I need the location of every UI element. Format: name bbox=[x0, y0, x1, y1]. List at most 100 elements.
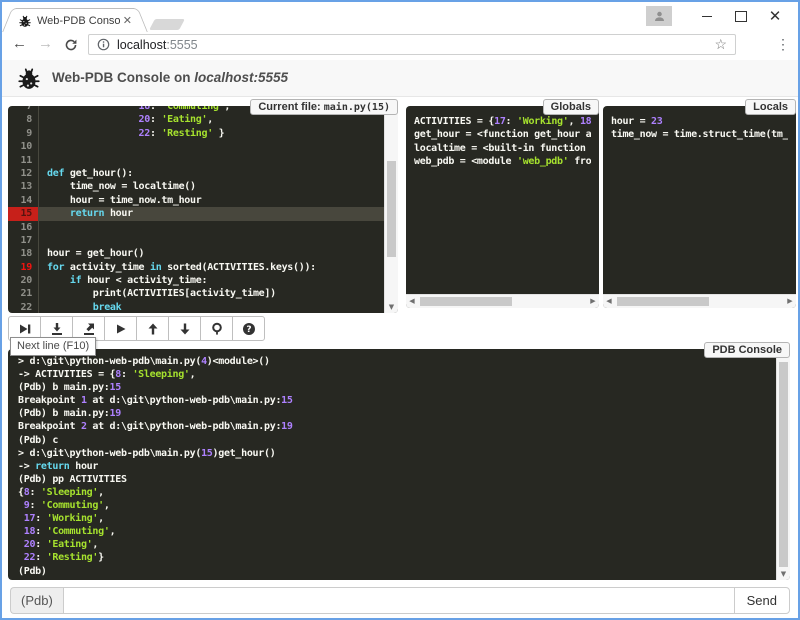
svg-text:?: ? bbox=[246, 325, 251, 335]
person-icon bbox=[653, 10, 666, 23]
scrollbar-thumb[interactable] bbox=[779, 362, 788, 567]
output-line: 9: 'Commuting', bbox=[18, 499, 777, 512]
locals-panel: Locals hour = 23time_now = time.struct_t… bbox=[603, 106, 796, 308]
code-viewport[interactable]: 7 18: 'Commuting',8 20: 'Eating',9 22: '… bbox=[8, 106, 385, 313]
locals-badge: Locals bbox=[745, 99, 796, 115]
output-line: 22: 'Resting'} bbox=[18, 551, 777, 564]
minimize-icon bbox=[702, 16, 712, 17]
code-vertical-scrollbar[interactable]: ▼ bbox=[384, 106, 398, 313]
output-line: (Pdb) b main.py:15 bbox=[18, 381, 777, 394]
code-line: 13 time_now = localtime() bbox=[8, 180, 385, 193]
output-line: Breakpoint 1 at d:\git\python-web-pdb\ma… bbox=[18, 394, 777, 407]
code-line: 15 return hour bbox=[8, 207, 385, 220]
scrollbar-thumb[interactable] bbox=[617, 297, 709, 306]
code-line: 9 22: 'Resting' } bbox=[8, 127, 385, 140]
new-tab-button[interactable] bbox=[149, 19, 185, 30]
browser-menu-icon[interactable]: ⋮ bbox=[776, 36, 790, 53]
arrow-down-icon bbox=[178, 322, 192, 336]
browser-tab[interactable]: Web-PDB Console on lo ✕ bbox=[16, 8, 134, 32]
page-title: Web-PDB Console on localhost:5555 bbox=[52, 70, 288, 85]
close-button[interactable]: ✕ bbox=[758, 3, 792, 29]
play-icon bbox=[114, 322, 128, 336]
close-icon: ✕ bbox=[769, 7, 782, 25]
scroll-right-arrow-icon[interactable]: ▶ bbox=[784, 295, 796, 308]
continue-button[interactable] bbox=[104, 316, 137, 341]
arrow-up-icon bbox=[146, 322, 160, 336]
code-line: 19for activity_time in sorted(ACTIVITIES… bbox=[8, 261, 385, 274]
output-line: -> ACTIVITIES = {8: 'Sleeping', bbox=[18, 368, 777, 381]
output-line: 17: 'Working', bbox=[18, 512, 777, 525]
where-button[interactable] bbox=[200, 316, 233, 341]
command-input[interactable] bbox=[63, 587, 735, 614]
url-text: localhost:5555 bbox=[117, 38, 198, 52]
output-line: (Pdb) c bbox=[18, 434, 777, 447]
bookmark-star-icon[interactable]: ☆ bbox=[714, 36, 727, 53]
maximize-button[interactable] bbox=[724, 3, 758, 29]
tooltip: Next line (F10) bbox=[10, 337, 96, 356]
output-line: get_hour = <function get_hour at 0 bbox=[414, 128, 591, 141]
output-line: time_now = time.struct_time(tm_yea bbox=[611, 128, 788, 141]
output-line: (Pdb) pp ACTIVITIES bbox=[18, 473, 777, 486]
code-line: 17 bbox=[8, 234, 385, 247]
output-line: (Pdb) b main.py:19 bbox=[18, 407, 777, 420]
code-line: 21 print(ACTIVITIES[activity_time]) bbox=[8, 287, 385, 300]
code-line: 8 20: 'Eating', bbox=[8, 113, 385, 126]
locals-content: hour = 23time_now = time.struct_time(tm_… bbox=[603, 106, 796, 295]
maximize-icon bbox=[735, 11, 747, 22]
code-line: 20 if hour < activity_time: bbox=[8, 274, 385, 287]
command-prompt-row: (Pdb) Send bbox=[10, 587, 790, 614]
stack-up-button[interactable] bbox=[136, 316, 169, 341]
map-marker-icon bbox=[210, 322, 224, 336]
forward-arrow-icon: → bbox=[38, 35, 53, 52]
info-icon[interactable] bbox=[97, 38, 110, 51]
reload-icon bbox=[64, 38, 78, 52]
output-line: web_pdb = <module 'web_pdb' from ' bbox=[414, 155, 591, 168]
console-output[interactable]: > d:\git\python-web-pdb\main.py(4)<modul… bbox=[8, 349, 777, 580]
help-button[interactable]: ? bbox=[232, 316, 265, 341]
globals-content: ACTIVITIES = {17: 'Working', 18: 'get_ho… bbox=[406, 106, 599, 295]
pdb-console-panel: PDB Console > d:\git\python-web-pdb\main… bbox=[8, 349, 790, 580]
scroll-down-arrow-icon[interactable]: ▼ bbox=[385, 301, 398, 313]
forward-button[interactable]: → bbox=[38, 35, 53, 52]
minimize-button[interactable] bbox=[690, 3, 724, 29]
code-lines: 7 18: 'Commuting',8 20: 'Eating',9 22: '… bbox=[8, 106, 385, 313]
output-line: 20: 'Eating', bbox=[18, 538, 777, 551]
scroll-down-arrow-icon[interactable]: ▼ bbox=[777, 568, 790, 580]
back-button[interactable]: ← bbox=[12, 35, 27, 52]
output-line: ACTIVITIES = {17: 'Working', 18: ' bbox=[414, 115, 591, 128]
scrollbar-thumb[interactable] bbox=[420, 297, 512, 306]
output-line: 18: 'Commuting', bbox=[18, 525, 777, 538]
code-line: 12def get_hour(): bbox=[8, 167, 385, 180]
scroll-right-arrow-icon[interactable]: ▶ bbox=[587, 295, 599, 308]
pdb-prompt-label: (Pdb) bbox=[10, 587, 63, 614]
address-bar[interactable]: localhost:5555 ☆ bbox=[88, 34, 736, 55]
tab-close-icon[interactable]: ✕ bbox=[123, 16, 132, 26]
app-header: Web-PDB Console on localhost:5555 bbox=[2, 60, 798, 97]
globals-panel: Globals ACTIVITIES = {17: 'Working', 18:… bbox=[406, 106, 599, 308]
profile-button[interactable] bbox=[646, 6, 672, 26]
console-vertical-scrollbar[interactable]: ▲ ▼ bbox=[776, 349, 790, 580]
back-arrow-icon: ← bbox=[12, 35, 27, 52]
code-line: 16 bbox=[8, 221, 385, 234]
locals-horizontal-scrollbar[interactable]: ◀ ▶ bbox=[603, 294, 796, 308]
scrollbar-thumb[interactable] bbox=[387, 161, 396, 257]
code-line: 18hour = get_hour() bbox=[8, 247, 385, 260]
step-into-icon bbox=[50, 322, 64, 336]
pdb-console-badge: PDB Console bbox=[704, 342, 790, 358]
question-icon: ? bbox=[242, 322, 256, 336]
step-out-icon bbox=[82, 322, 96, 336]
browser-navbar: ← → localhost:5555 ☆ ⋮ bbox=[2, 31, 798, 61]
output-line: Breakpoint 2 at d:\git\python-web-pdb\ma… bbox=[18, 420, 777, 433]
reload-button[interactable] bbox=[64, 38, 78, 56]
globals-horizontal-scrollbar[interactable]: ◀ ▶ bbox=[406, 294, 599, 308]
output-line: -> return hour bbox=[18, 460, 777, 473]
output-line: > d:\git\python-web-pdb\main.py(15)get_h… bbox=[18, 447, 777, 460]
output-line: {8: 'Sleeping', bbox=[18, 486, 777, 499]
scroll-left-arrow-icon[interactable]: ◀ bbox=[603, 295, 615, 308]
code-line: 22 break bbox=[8, 301, 385, 313]
send-button[interactable]: Send bbox=[734, 587, 790, 614]
output-line: > d:\git\python-web-pdb\main.py(4)<modul… bbox=[18, 355, 777, 368]
scroll-left-arrow-icon[interactable]: ◀ bbox=[406, 295, 418, 308]
current-file-badge: Current file: main.py(15) bbox=[250, 99, 398, 115]
stack-down-button[interactable] bbox=[168, 316, 201, 341]
